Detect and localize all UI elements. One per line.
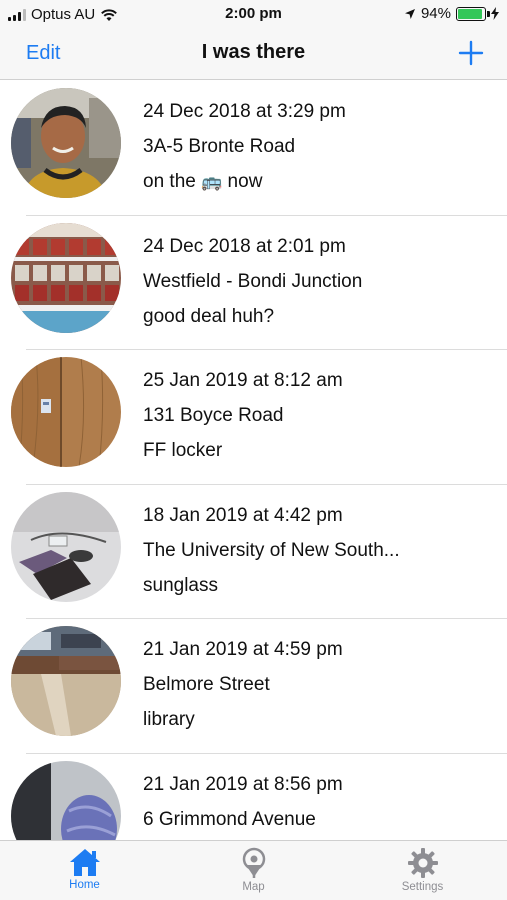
location-arrow-icon — [404, 8, 415, 19]
tab-label: Home — [69, 879, 100, 891]
entry-place: 6 Grimmond Avenue — [143, 808, 316, 830]
list-item[interactable]: 21 Jan 2019 at 8:56 pm 6 Grimmond Avenue — [0, 754, 507, 841]
store-shelf-photo — [11, 222, 121, 333]
entry-note: library — [143, 709, 195, 730]
tab-map[interactable]: Map — [169, 841, 338, 900]
list-item[interactable]: 24 Dec 2018 at 3:29 pm 3A-5 Bronte Road … — [0, 81, 507, 216]
entry-text: 24 Dec 2018 at 3:29 pm 3A-5 Bronte Road … — [143, 94, 495, 199]
entry-place: Westfield - Bondi Junction — [143, 270, 363, 292]
bag-photo — [11, 760, 121, 840]
app-screen: Optus AU 2:00 pm 94% Edit I was there 24… — [0, 0, 507, 900]
edit-button[interactable]: Edit — [26, 42, 60, 65]
list-item[interactable]: 21 Jan 2019 at 4:59 pm Belmore Street li… — [0, 619, 507, 754]
status-right: 94% — [404, 5, 499, 22]
list-item[interactable]: 25 Jan 2019 at 8:12 am 131 Boyce Road FF… — [0, 350, 507, 485]
plus-icon — [458, 40, 484, 66]
entry-place: The University of New South... — [143, 539, 400, 561]
navigation-bar: Edit I was there — [0, 30, 507, 80]
library-floor-photo — [11, 626, 121, 736]
entry-note: good deal huh? — [143, 305, 275, 327]
entry-text: 25 Jan 2019 at 8:12 am 131 Boyce Road FF… — [143, 363, 495, 468]
entry-date: 24 Dec 2018 at 3:29 pm — [143, 101, 346, 122]
status-bar: Optus AU 2:00 pm 94% — [0, 0, 507, 30]
page-title: I was there — [201, 41, 306, 63]
tab-settings[interactable]: Settings — [338, 841, 507, 900]
entry-note: on the 🚌 now — [143, 164, 495, 199]
note-text-after: now — [222, 171, 263, 192]
entry-note: sunglass — [143, 574, 218, 596]
entry-date: 18 Jan 2019 at 4:42 pm — [143, 504, 343, 526]
home-icon — [69, 849, 100, 876]
charging-bolt-icon — [491, 7, 499, 20]
tab-bar: Home Map Settings — [0, 840, 507, 900]
list-item[interactable]: 18 Jan 2019 at 4:42 pm The University of… — [0, 485, 507, 619]
note-text-before: on the — [143, 171, 202, 192]
gear-icon — [407, 848, 438, 878]
checkin-list[interactable]: 24 Dec 2018 at 3:29 pm 3A-5 Bronte Road … — [0, 81, 507, 840]
bus-emoji: 🚌 — [201, 172, 223, 191]
battery-percent: 94% — [420, 5, 451, 22]
desk-sunglasses-photo — [11, 491, 121, 602]
entry-text: 21 Jan 2019 at 4:59 pm Belmore Street li… — [143, 632, 495, 737]
entry-date: 21 Jan 2019 at 8:56 pm — [143, 773, 343, 795]
wooden-locker-photo — [11, 357, 121, 467]
entry-date: 21 Jan 2019 at 4:59 pm — [143, 639, 343, 660]
entry-place: Belmore Street — [143, 674, 270, 695]
map-pin-icon — [242, 847, 265, 878]
tab-home[interactable]: Home — [0, 841, 169, 900]
entry-date: 25 Jan 2019 at 8:12 am — [143, 370, 343, 391]
entry-text: 24 Dec 2018 at 2:01 pm Westfield - Bondi… — [143, 229, 495, 334]
entry-note: FF locker — [143, 440, 223, 461]
entry-place: 3A-5 Bronte Road — [143, 136, 296, 157]
battery-icon — [456, 6, 490, 21]
entry-text: 21 Jan 2019 at 8:56 pm 6 Grimmond Avenue — [143, 767, 495, 841]
list-item[interactable]: 24 Dec 2018 at 2:01 pm Westfield - Bondi… — [0, 216, 507, 350]
entry-place: 131 Boyce Road — [143, 405, 284, 426]
entry-date: 24 Dec 2018 at 2:01 pm — [143, 235, 346, 257]
tab-label: Map — [242, 881, 265, 893]
add-button[interactable] — [457, 39, 485, 67]
tab-label: Settings — [401, 881, 444, 893]
entry-text: 18 Jan 2019 at 4:42 pm The University of… — [143, 498, 495, 603]
selfie-photo — [11, 88, 121, 198]
